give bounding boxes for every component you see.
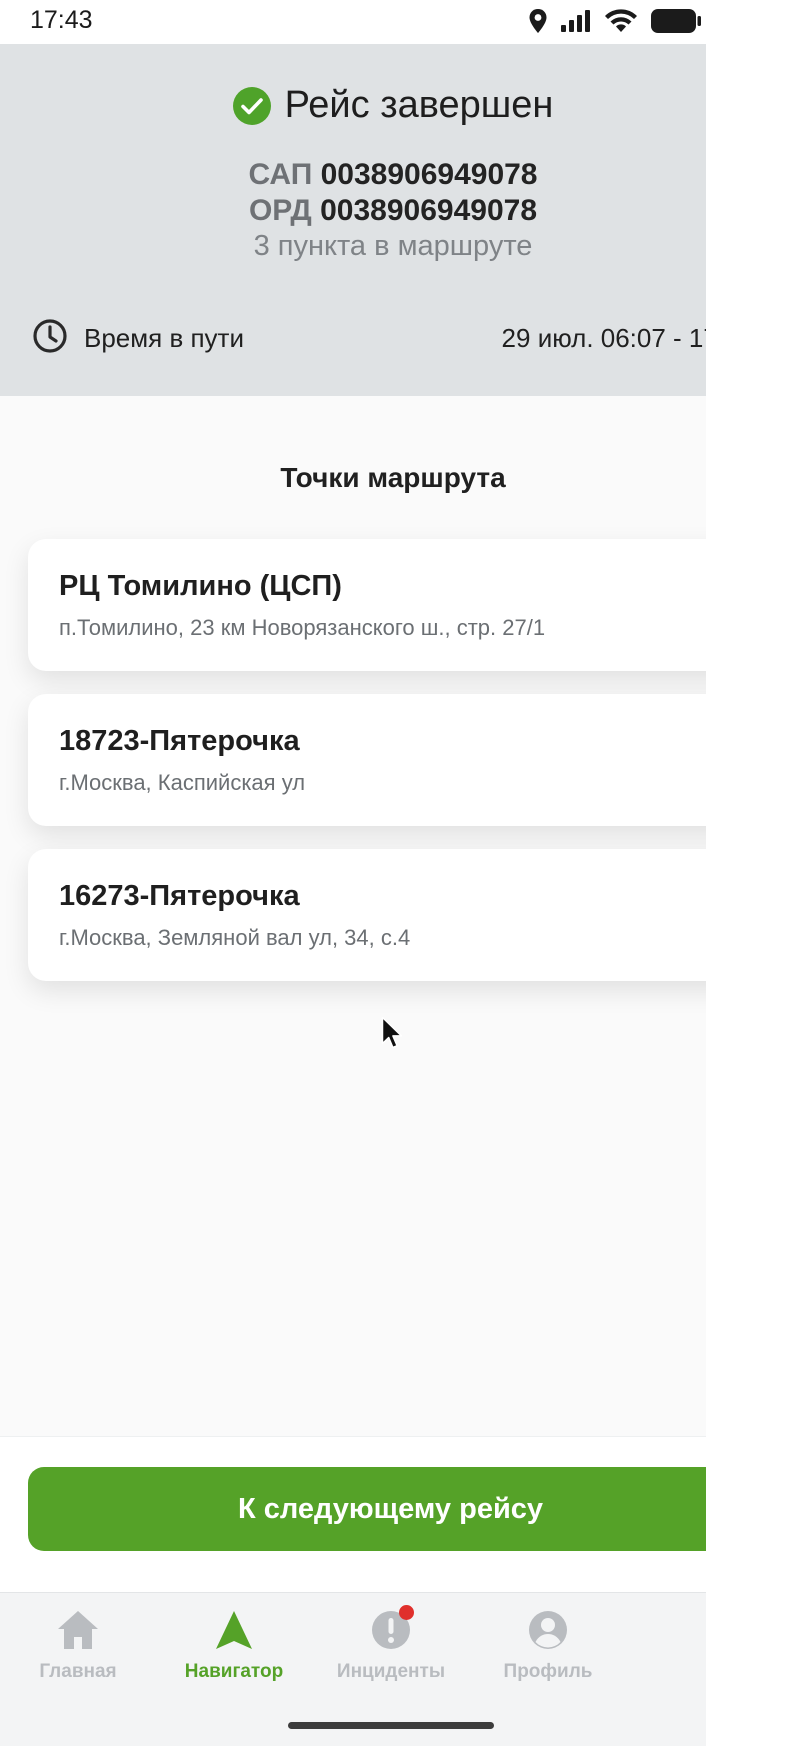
notification-dot: [399, 1605, 414, 1620]
status-bar: 17:43: [0, 0, 786, 44]
location-icon: [528, 8, 548, 34]
ord-value: 0038906949078: [320, 194, 538, 227]
trip-status-title: Рейс завершен: [284, 84, 554, 126]
tab-navigator[interactable]: Навигатор: [156, 1607, 312, 1693]
route-point-name: 18723-Пятерочка: [59, 725, 300, 757]
navigator-arrow-icon: [211, 1607, 257, 1653]
route-point-name: 16273-Пятерочка: [59, 880, 300, 912]
battery-icon: [650, 8, 702, 34]
travel-time-label: Время в пути: [84, 322, 244, 353]
wifi-icon: [604, 8, 638, 34]
status-icons: [528, 8, 702, 34]
tab-label: Навигатор: [184, 1661, 284, 1682]
route-point-address: п.Томилино, 23 км Новорязанского ш., стр…: [59, 615, 546, 640]
tab-label: Главная: [39, 1661, 117, 1682]
screen-edge: [706, 0, 786, 1746]
tab-label: Профиль: [503, 1661, 593, 1682]
trip-status: Рейс завершен: [0, 84, 786, 127]
route-point-address: г.Москва, Каспийская ул: [59, 770, 306, 795]
status-time: 17:43: [30, 6, 93, 34]
check-circle-icon: [232, 86, 271, 125]
clock-icon: [32, 318, 68, 359]
route-points-title: Точки маршрута: [280, 462, 506, 493]
home-icon: [55, 1607, 101, 1653]
tab-label: Инциденты: [336, 1661, 446, 1682]
profile-icon: [525, 1607, 571, 1653]
route-point-name: РЦ Томилино (ЦСП): [59, 570, 342, 602]
route-point-card[interactable]: РЦ Томилино (ЦСП) п.Томилино, 23 км Ново…: [28, 539, 753, 671]
ord-label: ОРД: [248, 194, 312, 227]
trip-summary-header: Рейс завершен САП 0038906949078 ОРД 0038…: [0, 44, 786, 396]
route-points-list: РЦ Томилино (ЦСП) п.Томилино, 23 км Ново…: [28, 539, 753, 1004]
incident-alert-icon: [368, 1605, 414, 1653]
route-point-card[interactable]: 18723-Пятерочка г.Москва, Каспийская ул: [28, 694, 753, 826]
bottom-tab-bar: Главная Навигатор Инциденты Профиль: [0, 1592, 786, 1702]
sap-value: 0038906949078: [320, 158, 538, 191]
route-points-count: 3 пункта в маршруте: [253, 230, 533, 262]
tab-incidents[interactable]: Инциденты: [313, 1605, 469, 1693]
tab-home[interactable]: Главная: [0, 1607, 156, 1693]
route-point-card[interactable]: 16273-Пятерочка г.Москва, Земляной вал у…: [28, 849, 753, 981]
ord-number: ОРД 0038906949078: [0, 194, 786, 228]
tab-profile[interactable]: Профиль: [470, 1607, 626, 1693]
travel-time-row: Время в пути 29 июл. 06:07 - 17:43: [32, 318, 754, 359]
signal-icon: [560, 9, 592, 33]
bottom-action-panel: К следующему рейсу: [0, 1436, 786, 1592]
home-indicator[interactable]: [288, 1722, 494, 1729]
sap-number: САП 0038906949078: [0, 158, 786, 192]
home-indicator-area: [0, 1702, 786, 1746]
app-screen: 17:43 Рейс завершен САП 0038906949078 ОР…: [0, 0, 786, 1746]
route-point-address: г.Москва, Земляной вал ул, 34, с.4: [59, 925, 411, 950]
sap-label: САП: [248, 158, 313, 191]
mouse-cursor-icon: [381, 1016, 403, 1055]
next-trip-button[interactable]: К следующему рейсу: [28, 1467, 753, 1551]
